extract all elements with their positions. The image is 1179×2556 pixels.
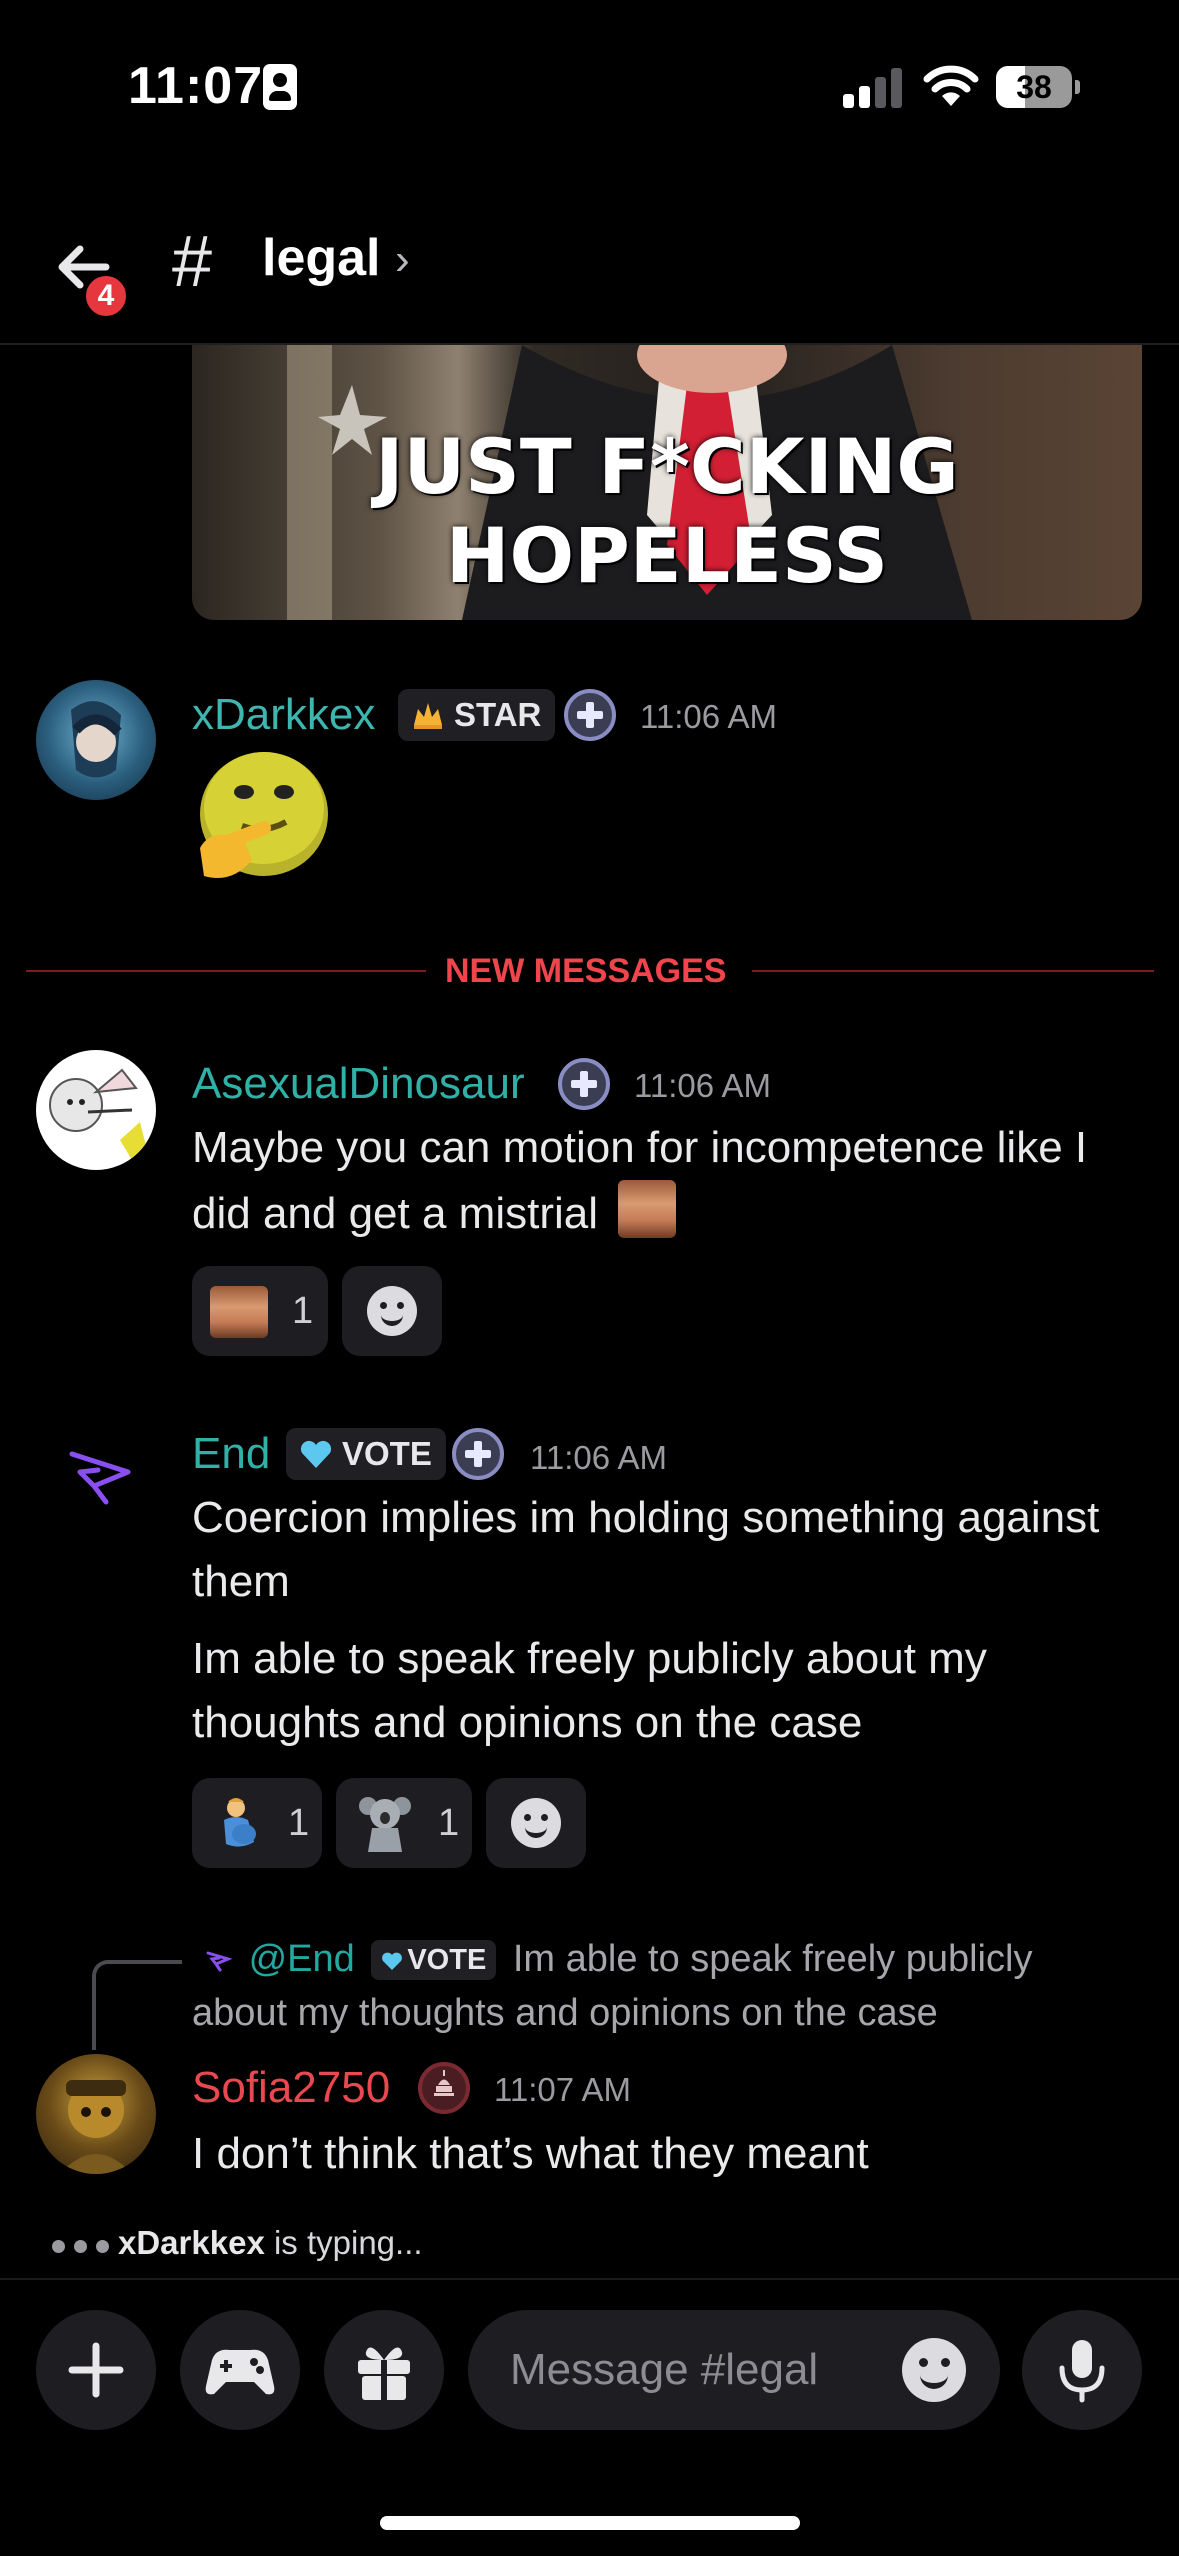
crown-fire-icon bbox=[414, 703, 442, 729]
nitro-badge-icon[interactable] bbox=[558, 1058, 610, 1110]
laughing-man-emoji bbox=[618, 1180, 677, 1238]
new-messages-label: NEW MESSAGES bbox=[445, 952, 727, 990]
home-indicator[interactable] bbox=[380, 2516, 800, 2530]
role-tag-label: STAR bbox=[454, 696, 542, 733]
add-reaction-button[interactable] bbox=[342, 1266, 442, 1356]
message-author[interactable]: xDarkkex bbox=[192, 689, 375, 741]
status-bar: 11:07 38 bbox=[0, 0, 1179, 175]
reaction-count: 1 bbox=[288, 1802, 310, 1844]
capitol-badge-icon[interactable] bbox=[418, 2062, 470, 2114]
new-messages-divider-left bbox=[26, 970, 426, 972]
reaction-count: 1 bbox=[438, 1802, 460, 1844]
typing-user: xDarkkex bbox=[118, 2224, 265, 2261]
avatar-sofia2750[interactable] bbox=[36, 2054, 156, 2174]
reply-role-tag-label: VOTE bbox=[407, 1944, 487, 1976]
reply-avatar-end bbox=[206, 1951, 232, 1972]
laughing-man-emoji bbox=[210, 1286, 268, 1338]
message-input[interactable]: Message #legal bbox=[468, 2310, 1000, 2430]
message-content: Im able to speak freely publicly about m… bbox=[192, 1634, 987, 1747]
reply-preview[interactable]: @End VOTE Im able to speak freely public… bbox=[192, 1932, 1112, 2040]
typing-text: is typing... bbox=[264, 2224, 423, 2261]
role-tag-label: VOTE bbox=[342, 1435, 432, 1472]
heart-icon bbox=[300, 1440, 332, 1468]
microphone-icon[interactable] bbox=[1022, 2310, 1142, 2430]
unread-badge: 4 bbox=[82, 272, 130, 320]
battery-icon: 38 bbox=[996, 66, 1080, 108]
typing-indicator: xDarkkex is typing... bbox=[48, 2218, 423, 2268]
add-reaction-button[interactable] bbox=[486, 1778, 586, 1868]
smile-icon bbox=[511, 1798, 561, 1848]
reply-spine bbox=[92, 1960, 182, 2050]
cellular-signal-icon bbox=[843, 64, 903, 108]
reaction-laughing-man[interactable]: 1 bbox=[192, 1266, 328, 1356]
smile-icon bbox=[367, 1286, 417, 1336]
role-tag-star[interactable]: STAR bbox=[398, 689, 556, 741]
message-content: Coercion implies im holding something ag… bbox=[192, 1493, 1100, 1606]
avatar-xdarkkex[interactable] bbox=[36, 680, 156, 800]
message-composer: Message #legal bbox=[0, 2278, 1179, 2556]
reply-role-tag: VOTE bbox=[371, 1940, 497, 1980]
heart-icon bbox=[382, 1952, 403, 1970]
message-timestamp: 11:06 AM bbox=[634, 1067, 771, 1104]
gif-caption: JUST F*CKING HOPELESS bbox=[375, 422, 959, 600]
nitro-badge-icon[interactable] bbox=[452, 1428, 504, 1480]
channel-name[interactable]: legal bbox=[262, 222, 381, 294]
role-tag-vote[interactable]: VOTE bbox=[286, 1428, 446, 1480]
message-timestamp: 11:07 AM bbox=[494, 2071, 631, 2108]
message-content: I don’t think that’s what they meant bbox=[192, 2129, 869, 2178]
message-timestamp: 11:06 AM bbox=[640, 698, 777, 735]
wifi-icon bbox=[923, 65, 979, 106]
pregnant-man-emoji bbox=[224, 1798, 256, 1847]
thinking-emoji-sticker[interactable] bbox=[192, 748, 332, 888]
reply-mention[interactable]: @End bbox=[249, 1938, 355, 1980]
avatar-asexualdinosaur[interactable] bbox=[36, 1050, 156, 1170]
battery-level-text: 38 bbox=[1016, 69, 1052, 105]
message-author[interactable]: End bbox=[192, 1428, 270, 1480]
gif-embed[interactable]: JUST F*CKING HOPELESS bbox=[192, 345, 1142, 620]
reaction-count: 1 bbox=[292, 1290, 314, 1332]
message-timestamp: 11:06 AM bbox=[530, 1439, 667, 1476]
new-messages-divider-right bbox=[752, 970, 1154, 972]
add-attachment-button[interactable] bbox=[36, 2310, 156, 2430]
chevron-right-icon[interactable]: › bbox=[395, 234, 410, 286]
reaction-koala[interactable]: 1 bbox=[336, 1778, 472, 1868]
gift-icon[interactable] bbox=[324, 2310, 444, 2430]
koala-emoji bbox=[359, 1797, 411, 1852]
avatar-end[interactable] bbox=[36, 1420, 156, 1540]
contact-card-icon bbox=[263, 64, 297, 110]
emoji-picker-icon[interactable] bbox=[902, 2338, 966, 2402]
status-time: 11:07 bbox=[128, 57, 264, 115]
nitro-badge-icon[interactable] bbox=[564, 689, 616, 741]
message-content: Maybe you can motion for incompetence li… bbox=[192, 1116, 1152, 1246]
reaction-pregnant-man[interactable]: 1 bbox=[192, 1778, 322, 1868]
message-author[interactable]: AsexualDinosaur bbox=[192, 1058, 525, 1110]
message-placeholder: Message #legal bbox=[510, 2345, 819, 2394]
message-author[interactable]: Sofia2750 bbox=[192, 2062, 390, 2114]
channel-hash-icon: # bbox=[172, 222, 213, 302]
gamepad-icon[interactable] bbox=[180, 2310, 300, 2430]
typing-dots-icon bbox=[48, 2220, 118, 2270]
